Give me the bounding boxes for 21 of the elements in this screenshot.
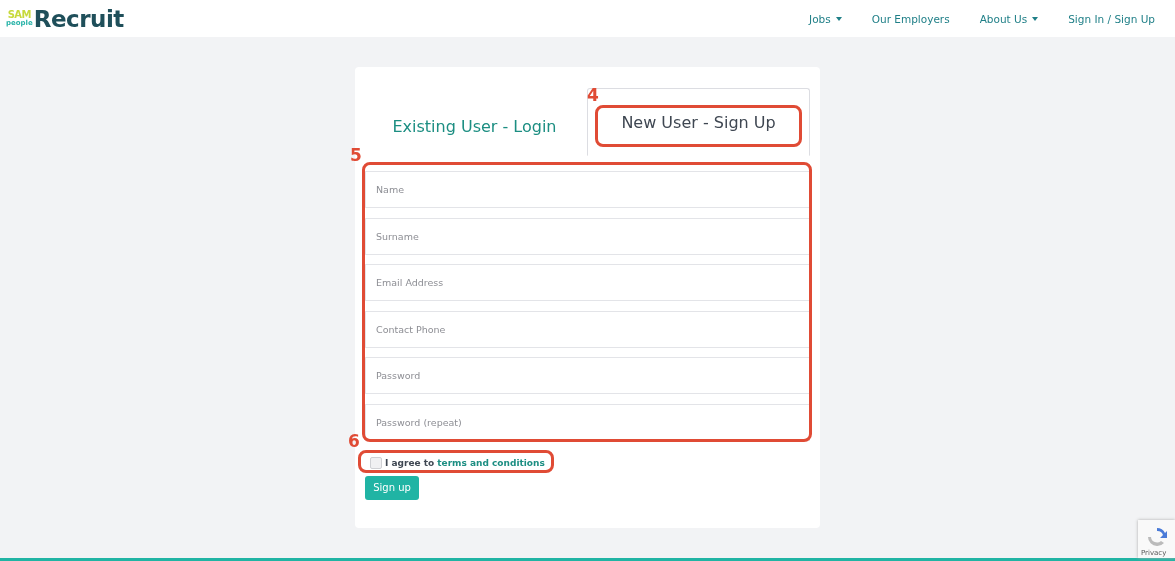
sign-up-button[interactable]: Sign up [365, 475, 419, 500]
input-field[interactable]: Password (repeat) [365, 403, 810, 441]
input-field[interactable]: Password [365, 357, 810, 395]
nav-link[interactable]: Our Employers [871, 12, 950, 25]
annotation-number: 5 [350, 145, 362, 165]
checkbox[interactable] [370, 456, 382, 469]
nav-link[interactable]: Sign In / Sign Up [1068, 12, 1155, 25]
input-field[interactable]: Surname [365, 217, 810, 255]
caret-icon [835, 16, 842, 21]
logo-text: SAM [7, 10, 32, 20]
caret-icon [1032, 16, 1039, 21]
annotation-number: 6 [348, 431, 360, 451]
logo-text: Recruit [33, 5, 124, 32]
input-field[interactable]: Contact Phone [365, 310, 810, 348]
nav-link[interactable]: About Us [979, 12, 1039, 25]
input-field[interactable]: Name [365, 171, 810, 208]
nav-link[interactable]: Jobs [809, 12, 842, 25]
input-field[interactable]: Email Address [365, 264, 810, 302]
terms-link[interactable]: terms and conditions [437, 457, 545, 468]
agree-label: I agree to [385, 457, 435, 468]
annotation-number: 4 [587, 85, 599, 105]
